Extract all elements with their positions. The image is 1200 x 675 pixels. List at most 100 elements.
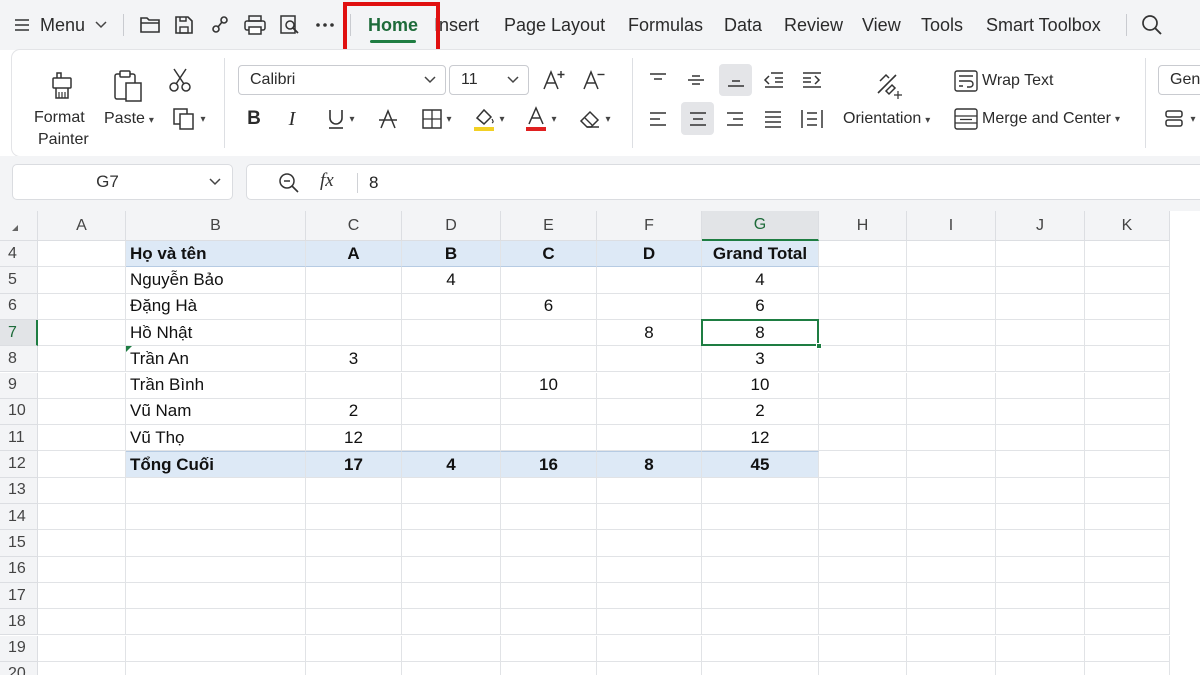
cell[interactable] [702,556,819,583]
pivot-cell[interactable] [306,372,402,399]
align-right-button[interactable] [721,104,749,134]
number-format-select[interactable]: Gen [1158,65,1200,95]
pivot-cell[interactable] [402,319,501,347]
row-header-6[interactable]: 6 [0,293,38,320]
cell[interactable] [996,451,1085,478]
cell[interactable] [501,582,597,610]
pivot-cell[interactable] [306,267,402,294]
pivot-header-cell[interactable]: C [501,241,597,268]
cell[interactable] [597,661,702,675]
cell[interactable] [1085,582,1170,610]
cell[interactable] [996,293,1085,320]
cell[interactable] [996,398,1085,426]
cell[interactable] [597,504,702,531]
cell[interactable] [1085,556,1170,583]
cell[interactable] [306,635,402,662]
cell[interactable] [819,372,907,399]
cell[interactable] [501,556,597,583]
cell[interactable] [1085,346,1170,373]
row-header-9[interactable]: 9 [0,372,38,399]
cell[interactable] [597,609,702,636]
row-header-16[interactable]: 16 [0,556,38,583]
row-header-14[interactable]: 14 [0,504,38,531]
pivot-cell[interactable]: 12 [306,425,402,452]
cell[interactable] [126,582,306,610]
tab-tools[interactable]: Tools [921,0,963,50]
cell[interactable] [306,477,402,504]
cell[interactable] [38,346,126,373]
cell[interactable] [907,635,996,662]
cell[interactable] [38,319,126,347]
cell[interactable] [1085,451,1170,478]
pivot-cell[interactable]: 3 [702,346,819,373]
pivot-cell[interactable] [402,425,501,452]
cell[interactable] [819,267,907,294]
cell[interactable] [907,398,996,426]
column-header-h[interactable]: H [819,211,907,241]
copy-button[interactable]: ▾ [168,104,210,134]
cell[interactable] [597,582,702,610]
cell[interactable] [702,661,819,675]
font-name-select[interactable]: Calibri [238,65,446,95]
cell[interactable] [1085,477,1170,504]
cell[interactable] [38,241,126,268]
pivot-cell[interactable] [306,319,402,347]
column-header-d[interactable]: D [402,211,501,241]
cell[interactable] [126,530,306,557]
pivot-cell[interactable]: Vũ Thọ [126,425,306,452]
cell[interactable] [996,372,1085,399]
cell[interactable] [996,661,1085,675]
cell[interactable] [996,346,1085,373]
cell[interactable] [907,346,996,373]
cell[interactable] [38,504,126,531]
tab-insert[interactable]: Insert [434,0,479,50]
column-header-c[interactable]: C [306,211,402,241]
cell[interactable] [501,530,597,557]
pivot-cell[interactable]: Trần Bình [126,372,306,399]
pivot-cell[interactable]: Nguyễn Bảo [126,267,306,294]
cell[interactable] [306,556,402,583]
row-header-19[interactable]: 19 [0,635,38,662]
increase-font-button[interactable] [540,66,568,94]
pivot-header-cell[interactable]: D [597,241,702,268]
cell[interactable] [996,319,1085,347]
cell[interactable] [402,530,501,557]
cell[interactable] [996,504,1085,531]
row-header-20[interactable]: 20 [0,661,38,675]
cut-button[interactable] [166,66,194,94]
formula-input[interactable]: 8 [369,173,378,193]
pivot-cell[interactable]: 8 [702,319,819,347]
cell[interactable] [819,346,907,373]
cell[interactable] [306,661,402,675]
cell[interactable] [1085,635,1170,662]
row-header-17[interactable]: 17 [0,582,38,610]
cell[interactable] [819,293,907,320]
row-header-13[interactable]: 13 [0,477,38,504]
bold-button[interactable]: B [242,106,266,132]
row-header-12[interactable]: 12 [0,451,38,478]
cell[interactable] [819,451,907,478]
increase-indent-button[interactable] [798,66,826,94]
align-middle-button[interactable] [682,66,710,94]
cell[interactable] [38,661,126,675]
pivot-cell[interactable] [306,293,402,320]
pivot-total-cell[interactable]: 4 [402,451,501,478]
name-box[interactable]: G7 [12,164,233,200]
cell[interactable] [819,504,907,531]
cell[interactable] [126,661,306,675]
align-left-button[interactable] [644,104,672,134]
cell[interactable] [126,635,306,662]
pivot-total-cell[interactable]: 45 [702,451,819,478]
cell[interactable] [907,451,996,478]
pivot-cell[interactable] [597,346,702,373]
cell[interactable] [996,425,1085,452]
cell[interactable] [907,293,996,320]
tab-smart-toolbox[interactable]: Smart Toolbox [986,0,1101,50]
row-header-5[interactable]: 5 [0,267,38,294]
select-all-corner[interactable] [0,211,38,241]
cell[interactable] [38,451,126,478]
cell[interactable] [1085,661,1170,675]
cell[interactable] [1085,372,1170,399]
pivot-cell[interactable]: 2 [702,398,819,426]
font-size-select[interactable]: 11 [449,65,529,95]
